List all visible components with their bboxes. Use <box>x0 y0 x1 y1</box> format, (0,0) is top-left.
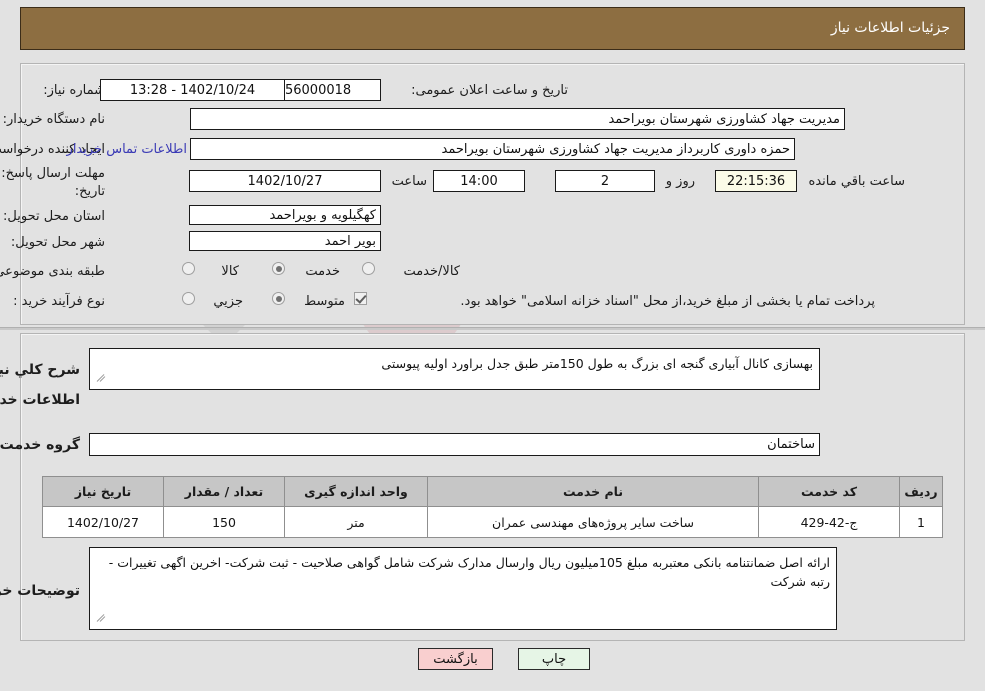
services-info-heading: اطلاعات خدمات مورد نیاز <box>0 392 80 408</box>
radio-category-kala[interactable] <box>182 262 195 275</box>
cell-radif: 1 <box>899 506 943 538</box>
page-title: جزئیات اطلاعات نیاز <box>830 20 950 36</box>
col-code: کد خدمت <box>758 476 900 507</box>
col-radif: ردیف <box>899 476 943 507</box>
category-label: طبقه بندی موضوعی: <box>0 264 105 279</box>
islamic-treasury-note: پرداخت تمام یا بخشی از مبلغ خرید،از محل … <box>460 294 875 309</box>
cell-unit: متر <box>284 506 428 538</box>
radio-category-kala-khedmat-label: کالا/خدمت <box>403 264 460 279</box>
hour-value: 14:00 <box>433 170 525 192</box>
checkbox-islamic-treasury-bonds[interactable] <box>354 292 367 305</box>
public-announce-label: تاریخ و ساعت اعلان عمومی: <box>411 83 568 98</box>
service-group-label: گروه خدمت: <box>0 437 80 453</box>
radio-category-kala-khedmat[interactable] <box>362 262 375 275</box>
page-header-bar: جزئیات اطلاعات نیاز <box>20 7 965 50</box>
buyer-contact-link[interactable]: اطلاعات تماس خریدار <box>62 142 187 158</box>
public-announce-value: 1402/10/24 - 13:28 <box>100 79 285 101</box>
buyer-notes-textarea[interactable]: ارائه اصل ضمانتنامه بانکی معتبربه مبلغ 1… <box>89 547 837 630</box>
buyer-notes-resize-grip[interactable] <box>96 612 108 624</box>
col-unit: واحد اندازه گیری <box>284 476 428 507</box>
city-value: بویر احمد <box>189 231 381 251</box>
cell-quantity: 150 <box>163 506 285 538</box>
col-name: نام خدمت <box>427 476 759 507</box>
remaining-time-value: 22:15:36 <box>715 170 797 192</box>
creator-value: حمزه داوری کاربرداز مدیریت جهاد کشاورزی … <box>190 138 795 160</box>
buyer-notes-label: توضیحات خریدار: <box>0 583 80 599</box>
radio-category-khedmat[interactable] <box>272 262 285 275</box>
deadline-label-line1: مهلت ارسال پاسخ: تا <box>0 166 105 181</box>
general-desc-label: شرح کلي نیاز: <box>0 362 80 378</box>
service-group-value[interactable]: ساختمان <box>89 433 820 456</box>
radio-category-khedmat-label: خدمت <box>305 264 340 279</box>
city-label: شهر محل تحویل: <box>10 235 105 250</box>
table-row: 1 ج-42-429 ساخت سایر پروژه‌های مهندسی عم… <box>42 506 943 538</box>
section-divider <box>0 327 985 330</box>
radio-process-jozei[interactable] <box>182 292 195 305</box>
col-date: تاریخ نیاز <box>42 476 164 507</box>
radio-process-motevaset[interactable] <box>272 292 285 305</box>
general-desc-resize-grip[interactable] <box>96 372 108 384</box>
back-button[interactable]: بازگشت <box>418 648 493 670</box>
page-root: AriaTender.net جزئیات اطلاعات نیاز شماره… <box>0 0 985 691</box>
province-label: استان محل تحویل: <box>3 209 105 224</box>
general-desc-textarea[interactable]: بهسازی کانال آبیاری گنجه ای بزرگ به طول … <box>89 348 820 390</box>
radio-process-motevaset-label: متوسط <box>304 294 345 309</box>
cell-code: ج-42-429 <box>758 506 900 538</box>
buyer-org-label: نام دستگاه خریدار: <box>2 112 105 127</box>
cell-date: 1402/10/27 <box>42 506 164 538</box>
radio-process-jozei-label: جزیي <box>213 294 243 309</box>
cell-name: ساخت سایر پروژه‌های مهندسی عمران <box>427 506 759 538</box>
need-number-label: شماره نیاز: <box>43 83 105 98</box>
remaining-time-label: ساعت باقي مانده <box>808 174 905 189</box>
print-button[interactable]: چاپ <box>518 648 590 670</box>
deadline-date-value: 1402/10/27 <box>189 170 381 192</box>
process-label: نوع فرآیند خرید : <box>13 294 105 309</box>
need-info-panel <box>20 63 965 325</box>
deadline-label-line2: تاریخ: <box>74 184 105 199</box>
col-quantity: تعداد / مقدار <box>163 476 285 507</box>
table-header-row: ردیف کد خدمت نام خدمت واحد اندازه گیری ت… <box>42 476 943 507</box>
hour-label: ساعت <box>391 174 427 189</box>
service-table-wrapper: ردیف کد خدمت نام خدمت واحد اندازه گیری ت… <box>42 476 943 538</box>
radio-category-kala-label: کالا <box>221 264 239 279</box>
days-value: 2 <box>555 170 655 192</box>
service-table: ردیف کد خدمت نام خدمت واحد اندازه گیری ت… <box>42 476 943 538</box>
days-and-label: روز و <box>665 174 695 189</box>
buyer-org-value: مدیریت جهاد کشاورزی شهرستان بویراحمد <box>190 108 845 130</box>
province-value: کهگیلویه و بویراحمد <box>189 205 381 225</box>
